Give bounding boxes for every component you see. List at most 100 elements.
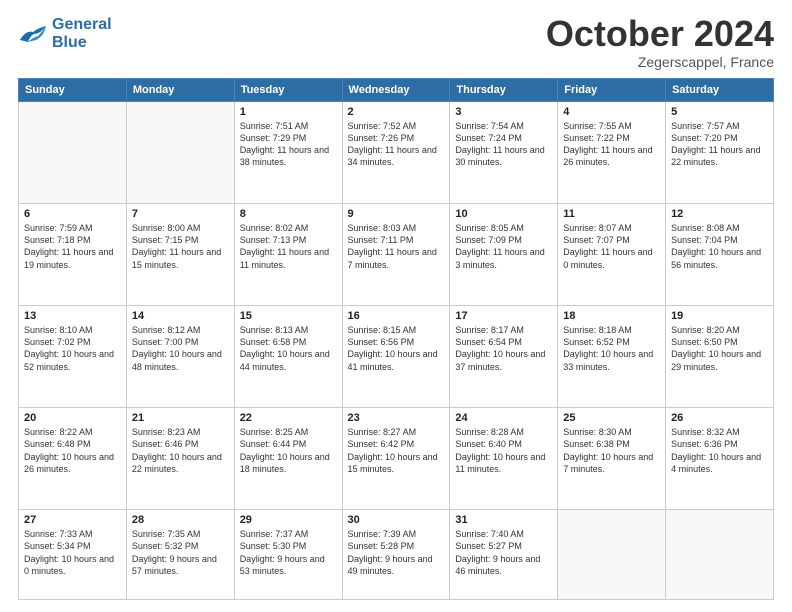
day-number: 2 [348, 106, 445, 118]
day-info: Sunrise: 8:23 AMSunset: 6:46 PMDaylight:… [132, 426, 229, 475]
day-number: 20 [24, 412, 121, 424]
table-row: 11 Sunrise: 8:07 AMSunset: 7:07 PMDayligh… [558, 204, 666, 306]
day-info: Sunrise: 8:28 AMSunset: 6:40 PMDaylight:… [455, 426, 552, 475]
table-row: 12Sunrise: 8:08 AMSunset: 7:04 PMDayligh… [666, 204, 774, 306]
day-number: 25 [563, 412, 660, 424]
day-info: Sunrise: 8:18 AMSunset: 6:52 PMDaylight:… [563, 324, 660, 373]
day-info: Sunrise: 8:17 AMSunset: 6:54 PMDaylight:… [455, 324, 552, 373]
calendar-week-row: 1Sunrise: 7:51 AMSunset: 7:29 PMDaylight… [19, 102, 774, 204]
day-number: 10 [455, 208, 552, 220]
day-number: 21 [132, 412, 229, 424]
calendar-week-row: 6 Sunrise: 7:59 AMSunset: 7:18 PMDaylight… [19, 204, 774, 306]
day-info: Sunrise: 8:22 AMSunset: 6:48 PMDaylight:… [24, 426, 121, 475]
day-info: Sunrise: 7:37 AMSunset: 5:30 PMDaylight:… [240, 528, 337, 577]
day-info: Sunrise: 8:13 AMSunset: 6:58 PMDaylight:… [240, 324, 337, 373]
day-number: 16 [348, 310, 445, 322]
table-row: 29 Sunrise: 7:37 AMSunset: 5:30 PMDayligh… [234, 510, 342, 600]
table-row: 8Sunrise: 8:02 AMSunset: 7:13 PMDaylight… [234, 204, 342, 306]
day-info: Sunrise: 8:05 AMSunset: 7:09 PMDaylight:… [455, 222, 552, 271]
day-info: Sunrise: 8:27 AMSunset: 6:42 PMDaylight:… [348, 426, 445, 475]
day-number: 19 [671, 310, 768, 322]
day-info: Sunrise: 7:40 AMSunset: 5:27 PMDaylight:… [455, 528, 552, 577]
day-number: 8 [240, 208, 337, 220]
day-number: 9 [348, 208, 445, 220]
day-info: Sunrise: 7:33 AMSunset: 5:34 PMDaylight:… [24, 528, 121, 577]
table-row: 2 Sunrise: 7:52 AMSunset: 7:26 PMDaylight… [342, 102, 450, 204]
day-number: 29 [240, 514, 337, 526]
table-row: 22 Sunrise: 8:25 AMSunset: 6:44 PMDayligh… [234, 408, 342, 510]
day-info: Sunrise: 7:54 AMSunset: 7:24 PMDaylight:… [455, 120, 552, 169]
day-number: 6 [24, 208, 121, 220]
day-number: 5 [671, 106, 768, 118]
table-row [666, 510, 774, 600]
day-info: Sunrise: 8:00 AMSunset: 7:15 PMDaylight:… [132, 222, 229, 271]
logo: General Blue [18, 16, 112, 51]
day-number: 27 [24, 514, 121, 526]
day-info: Sunrise: 7:39 AMSunset: 5:28 PMDaylight:… [348, 528, 445, 577]
day-number: 22 [240, 412, 337, 424]
table-row [558, 510, 666, 600]
table-row: 20 Sunrise: 8:22 AMSunset: 6:48 PMDayligh… [19, 408, 127, 510]
table-row: 15Sunrise: 8:13 AMSunset: 6:58 PMDayligh… [234, 306, 342, 408]
day-number: 13 [24, 310, 121, 322]
table-row [19, 102, 127, 204]
calendar-header-row: Sunday Monday Tuesday Wednesday Thursday… [19, 79, 774, 102]
day-info: Sunrise: 8:03 AMSunset: 7:11 PMDaylight:… [348, 222, 445, 271]
col-sunday: Sunday [19, 79, 127, 102]
table-row [126, 102, 234, 204]
table-row: 30 Sunrise: 7:39 AMSunset: 5:28 PMDayligh… [342, 510, 450, 600]
col-tuesday: Tuesday [234, 79, 342, 102]
day-info: Sunrise: 8:08 AMSunset: 7:04 PMDaylight:… [671, 222, 768, 271]
day-number: 14 [132, 310, 229, 322]
day-info: Sunrise: 7:59 AMSunset: 7:18 PMDaylight:… [24, 222, 121, 271]
table-row: 19 Sunrise: 8:20 AMSunset: 6:50 PMDayligh… [666, 306, 774, 408]
table-row: 31 Sunrise: 7:40 AMSunset: 5:27 PMDayligh… [450, 510, 558, 600]
table-row: 21 Sunrise: 8:23 AMSunset: 6:46 PMDayligh… [126, 408, 234, 510]
day-number: 24 [455, 412, 552, 424]
day-info: Sunrise: 8:15 AMSunset: 6:56 PMDaylight:… [348, 324, 445, 373]
day-info: Sunrise: 7:52 AMSunset: 7:26 PMDaylight:… [348, 120, 445, 169]
title-block: October 2024 Zegerscappel, France [546, 16, 774, 70]
day-info: Sunrise: 7:51 AMSunset: 7:29 PMDaylight:… [240, 120, 337, 169]
table-row: 24 Sunrise: 8:28 AMSunset: 6:40 PMDayligh… [450, 408, 558, 510]
table-row: 14 Sunrise: 8:12 AMSunset: 7:00 PMDayligh… [126, 306, 234, 408]
table-row: 5Sunrise: 7:57 AMSunset: 7:20 PMDaylight… [666, 102, 774, 204]
day-number: 11 [563, 208, 660, 220]
table-row: 1Sunrise: 7:51 AMSunset: 7:29 PMDaylight… [234, 102, 342, 204]
day-info: Sunrise: 8:30 AMSunset: 6:38 PMDaylight:… [563, 426, 660, 475]
day-info: Sunrise: 8:25 AMSunset: 6:44 PMDaylight:… [240, 426, 337, 475]
day-info: Sunrise: 8:32 AMSunset: 6:36 PMDaylight:… [671, 426, 768, 475]
table-row: 6 Sunrise: 7:59 AMSunset: 7:18 PMDaylight… [19, 204, 127, 306]
col-wednesday: Wednesday [342, 79, 450, 102]
day-number: 31 [455, 514, 552, 526]
day-number: 30 [348, 514, 445, 526]
page: General Blue October 2024 Zegerscappel, … [0, 0, 792, 612]
day-info: Sunrise: 8:07 AMSunset: 7:07 PMDaylight:… [563, 222, 660, 271]
calendar-week-row: 27 Sunrise: 7:33 AMSunset: 5:34 PMDayligh… [19, 510, 774, 600]
day-info: Sunrise: 8:20 AMSunset: 6:50 PMDaylight:… [671, 324, 768, 373]
logo-text: General Blue [52, 16, 112, 51]
day-number: 28 [132, 514, 229, 526]
table-row: 10 Sunrise: 8:05 AMSunset: 7:09 PMDayligh… [450, 204, 558, 306]
logo-icon [18, 22, 48, 46]
table-row: 13 Sunrise: 8:10 AMSunset: 7:02 PMDayligh… [19, 306, 127, 408]
calendar-table: Sunday Monday Tuesday Wednesday Thursday… [18, 78, 774, 600]
day-number: 18 [563, 310, 660, 322]
table-row: 3 Sunrise: 7:54 AMSunset: 7:24 PMDaylight… [450, 102, 558, 204]
day-number: 3 [455, 106, 552, 118]
table-row: 4Sunrise: 7:55 AMSunset: 7:22 PMDaylight… [558, 102, 666, 204]
day-info: Sunrise: 8:12 AMSunset: 7:00 PMDaylight:… [132, 324, 229, 373]
location: Zegerscappel, France [546, 54, 774, 70]
calendar-week-row: 13 Sunrise: 8:10 AMSunset: 7:02 PMDayligh… [19, 306, 774, 408]
day-info: Sunrise: 7:55 AMSunset: 7:22 PMDaylight:… [563, 120, 660, 169]
table-row: 17 Sunrise: 8:17 AMSunset: 6:54 PMDayligh… [450, 306, 558, 408]
day-info: Sunrise: 8:10 AMSunset: 7:02 PMDaylight:… [24, 324, 121, 373]
col-friday: Friday [558, 79, 666, 102]
day-number: 17 [455, 310, 552, 322]
table-row: 7 Sunrise: 8:00 AMSunset: 7:15 PMDaylight… [126, 204, 234, 306]
table-row: 27 Sunrise: 7:33 AMSunset: 5:34 PMDayligh… [19, 510, 127, 600]
day-number: 23 [348, 412, 445, 424]
col-thursday: Thursday [450, 79, 558, 102]
day-number: 7 [132, 208, 229, 220]
table-row: 9 Sunrise: 8:03 AMSunset: 7:11 PMDaylight… [342, 204, 450, 306]
